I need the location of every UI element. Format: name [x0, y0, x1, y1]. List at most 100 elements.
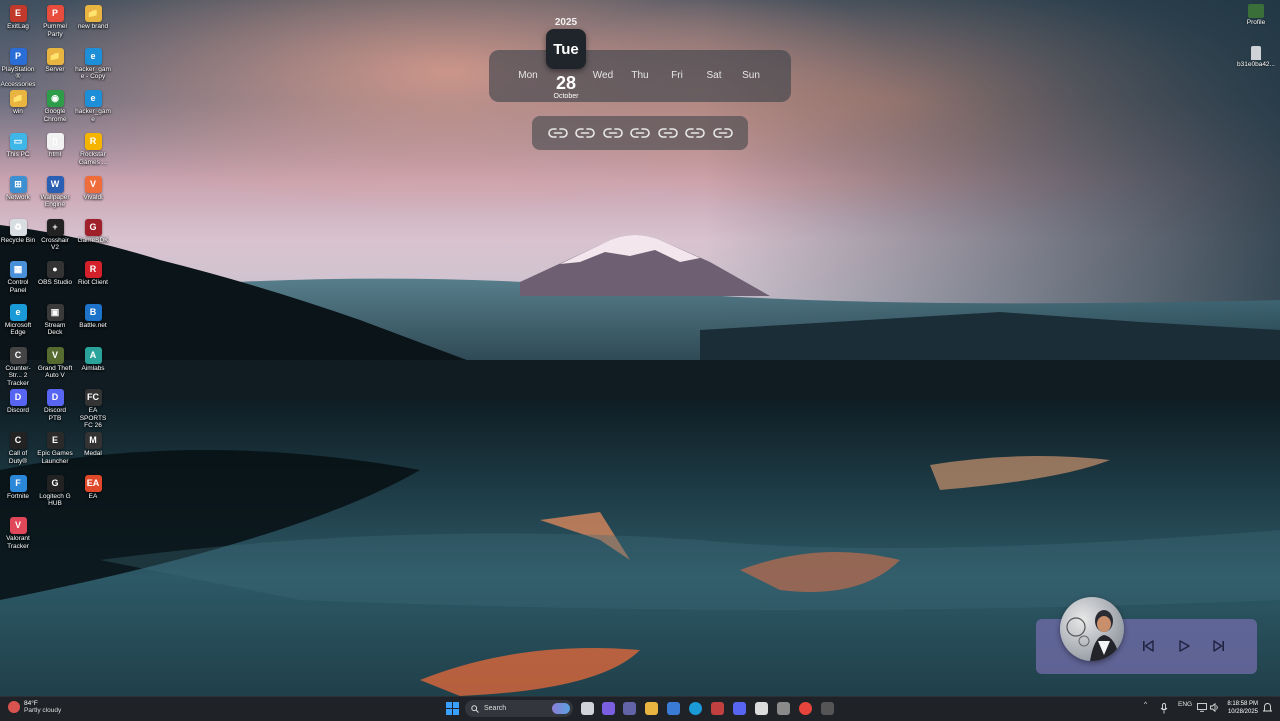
app-icon: ⊞ [9, 175, 27, 193]
taskbar-app-teams[interactable] [623, 702, 636, 715]
desktop-icon-logitech-g-hub[interactable]: G Logitech G HUB [37, 472, 73, 508]
chevron-up-icon[interactable]: ^ [1144, 701, 1147, 708]
desktop-icon-label: Aimlabs [81, 364, 105, 372]
app-glyph: e [15, 306, 21, 317]
desktop-icon-medal[interactable]: M Medal [75, 429, 111, 458]
volume-icon[interactable] [1210, 703, 1220, 712]
app-icon: ▯ [46, 133, 64, 151]
desktop-icon-hacker-game[interactable]: e hacker_game [75, 87, 111, 123]
desktop-icon-wallpaper-engine[interactable]: W Wallpaper Engine [37, 173, 73, 209]
play-button[interactable] [1175, 637, 1193, 655]
desktop-icon-valorant-tracker[interactable]: V Valorant Tracker [0, 514, 36, 550]
app-glyph: EA [86, 477, 100, 488]
quick-link-button[interactable] [547, 123, 568, 143]
app-glyph: e [90, 93, 96, 104]
desktop-icon-recycle-bin[interactable]: ♻ Recycle Bin [0, 216, 36, 245]
notification-icon[interactable] [1263, 703, 1272, 713]
desktop-icon-ea-sports-fc-26[interactable]: FC EA SPORTS FC 26 [75, 386, 111, 430]
app-glyph: FC [87, 392, 99, 403]
desktop-icon-microsoft-edge[interactable]: e Microsoft Edge [0, 301, 36, 337]
network-icon[interactable] [1197, 703, 1207, 712]
calendar-day-sat[interactable]: Sat [694, 70, 734, 81]
taskbar-app-settings[interactable] [711, 702, 724, 715]
weather-widget[interactable]: 84°F Partly cloudy [8, 700, 61, 714]
desktop-icon-epic-games-launcher[interactable]: E Epic Games Launcher [37, 429, 73, 465]
desktop-icon-exitlag[interactable]: E ExitLag [0, 2, 36, 31]
system-clock[interactable]: 8:18:58 PM 10/28/2025 [1222, 700, 1258, 716]
calendar-year: 2025 [554, 17, 578, 28]
desktop-icon-network[interactable]: ⊞ Network [0, 173, 36, 202]
desktop-icon-ea[interactable]: EA EA [75, 472, 111, 501]
taskbar-app-task-view[interactable] [581, 702, 594, 715]
desktop-icon-aimlabs[interactable]: A Aimlabs [75, 344, 111, 373]
taskbar-app-edge[interactable] [689, 702, 702, 715]
figure-icon [1251, 46, 1261, 60]
app-icon: B [84, 303, 102, 321]
desktop-icon-obs-studio[interactable]: ● OBS Studio [37, 258, 73, 287]
desktop-icon-counter-str-2-tracker[interactable]: C Counter-Str... 2 Tracker [0, 344, 36, 388]
calendar-day-wed[interactable]: Wed [583, 70, 623, 81]
calendar-month: October [553, 93, 579, 100]
taskbar-app-chrome[interactable] [799, 702, 812, 715]
desktop-icon-html[interactable]: ▯ html [37, 130, 73, 159]
quick-link-button[interactable] [657, 123, 678, 143]
taskbar-app-epic[interactable] [755, 702, 768, 715]
desktop-icon-playstation-accessories[interactable]: P PlayStation® Accessories [0, 45, 36, 89]
quick-link-button[interactable] [630, 123, 650, 143]
calendar-active-day[interactable]: Tue [546, 29, 586, 69]
desktop-icon-gamesdk[interactable]: G GameSDK [75, 216, 111, 245]
language-indicator[interactable]: ENG [1178, 701, 1192, 708]
calendar-day-mon[interactable]: Mon [508, 70, 548, 81]
desktop-icon-server[interactable]: 📁 Server [37, 45, 73, 74]
app-glyph: V [14, 520, 21, 531]
skip-previous-button[interactable] [1139, 637, 1157, 655]
quick-link-button[interactable] [712, 123, 733, 143]
app-glyph: R [89, 136, 97, 147]
desktop-icon-crosshair-v2[interactable]: + Crosshair V2 [37, 216, 73, 252]
desktop-icon-pummel-party[interactable]: P Pummel Party [37, 2, 73, 38]
quick-link-button[interactable] [685, 123, 705, 143]
desktop-icon-stream-deck[interactable]: ▣ Stream Deck [37, 301, 73, 337]
link-icon [547, 128, 568, 138]
desktop-icon-grand-theft-auto-v[interactable]: V Grand Theft Auto V [37, 344, 73, 380]
desktop-icon-battle-net[interactable]: B Battle.net [75, 301, 111, 330]
taskbar-search[interactable]: Search [465, 700, 573, 717]
quick-link-button[interactable] [575, 123, 595, 143]
desktop-icon-control-panel[interactable]: ▦ Control Panel [0, 258, 36, 294]
desktop-icon-fortnite[interactable]: F Fortnite [0, 472, 36, 501]
desktop-icon-label: EA [88, 492, 98, 500]
desktop-icon-riot-client[interactable]: R Riot Client [75, 258, 111, 287]
app-icon: W [46, 175, 64, 193]
desktop-icon-discord-ptb[interactable]: D Discord PTB [37, 386, 73, 422]
desktop-icon-rockstar-games[interactable]: R Rockstar Games ... [75, 130, 111, 166]
desktop-icon-label: hacker_game [75, 108, 111, 123]
desktop-icon-call-of-duty[interactable]: C Call of Duty® [0, 429, 36, 465]
taskbar-app-copilot[interactable] [602, 702, 615, 715]
taskbar-app-store[interactable] [667, 702, 680, 715]
app-glyph: + [52, 221, 58, 232]
desktop-icon-hacker-game-copy[interactable]: e hacker_game - Copy [75, 45, 111, 81]
calendar-day-fri[interactable]: Fri [657, 70, 697, 81]
microphone-icon[interactable] [1160, 703, 1168, 714]
desktop-icon-new-brand[interactable]: 📁 new brand [75, 2, 111, 31]
taskbar-app-file-explorer[interactable] [645, 702, 658, 715]
clock-time: 8:18:58 PM [1227, 701, 1258, 707]
desktop-icon-vivaldi[interactable]: V Vivaldi [75, 173, 111, 202]
taskbar-app-xbox[interactable] [777, 702, 790, 715]
app-icon: 📁 [46, 47, 64, 65]
quick-link-button[interactable] [602, 123, 623, 143]
calendar-day-thu[interactable]: Thu [620, 70, 660, 81]
skip-next-button[interactable] [1210, 637, 1228, 655]
taskbar-app-terminal[interactable] [821, 702, 834, 715]
taskbar-app-discord[interactable] [733, 702, 746, 715]
calendar-day-sun[interactable]: Sun [731, 70, 771, 81]
desktop-icon-b31e0ba42[interactable]: b31e0ba42... [1236, 45, 1276, 68]
desktop-icon-discord[interactable]: D Discord [0, 386, 36, 415]
desktop-icon-profile[interactable]: Profile [1236, 3, 1276, 26]
desktop-icon-win[interactable]: 📁 win [0, 87, 36, 116]
start-button[interactable] [446, 702, 459, 715]
desktop-icon-this-pc[interactable]: ▭ This PC [0, 130, 36, 159]
app-icon: V [9, 517, 27, 535]
app-icon: 📁 [9, 90, 27, 108]
desktop-icon-google-chrome[interactable]: ◉ Google Chrome [37, 87, 73, 123]
